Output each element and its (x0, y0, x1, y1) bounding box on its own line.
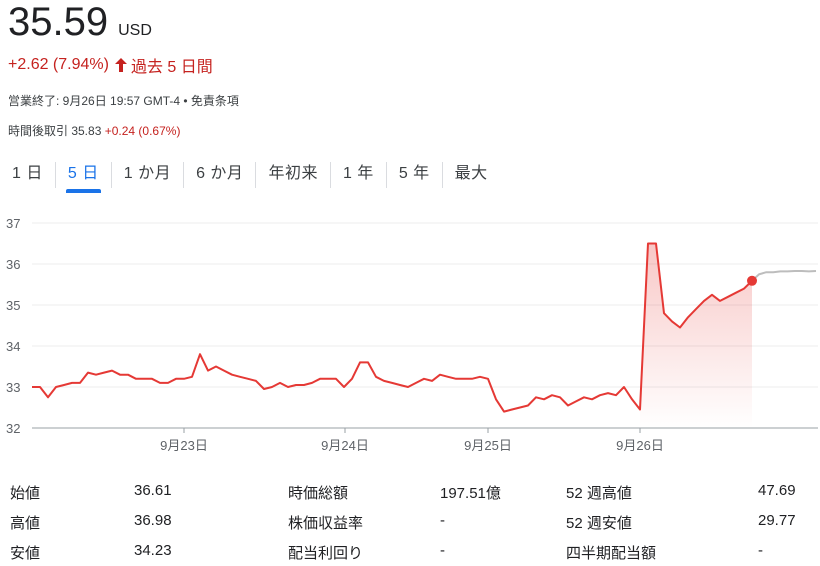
tab-1d[interactable]: 1 日 (0, 160, 55, 190)
tab-1y[interactable]: 1 年 (331, 160, 386, 190)
stat-value: 29.77 (758, 512, 796, 529)
close-status-text: 営業終了: 9月26日 19:57 GMT-4 • 免責条項 (8, 94, 239, 108)
stat-value: 36.61 (134, 482, 172, 499)
arrow-up-icon (114, 58, 127, 72)
after-hours-line (751, 270, 817, 282)
stat-label: 時価総額 (288, 485, 349, 502)
stats-row: 高値 36.98 株価収益率 - 52 週安値 29.77 (10, 512, 810, 532)
x-tick-label: 9月26日 (616, 438, 664, 453)
price-area-fill (640, 243, 752, 428)
after-hours-change: +0.24 (0.67%) (104, 124, 181, 138)
price-chart-svg[interactable]: 32 33 34 35 36 37 9月23日 9月24日 9月25日 9月26日 (0, 205, 820, 460)
tab-5d[interactable]: 5 日 (56, 160, 111, 193)
range-tabs: 1 日 5 日 1 か月 6 か月 年初来 1 年 5 年 最大 (0, 160, 500, 193)
x-tick-label: 9月25日 (464, 438, 512, 453)
tab-ytd[interactable]: 年初来 (256, 160, 330, 190)
stat-value: 36.98 (134, 512, 172, 529)
stat-value: - (440, 542, 445, 559)
current-price: 35.59 (8, 0, 109, 44)
y-tick-label: 37 (6, 216, 20, 231)
y-tick-label: 35 (6, 298, 20, 313)
stat-value: 197.51億 (440, 485, 501, 502)
y-tick-label: 36 (6, 257, 20, 272)
y-tick-label: 32 (6, 421, 20, 436)
stat-label: 52 週高値 (566, 485, 632, 502)
change-period: 過去 5 日間 (130, 59, 213, 76)
currency-label: USD (118, 22, 152, 39)
tab-5y[interactable]: 5 年 (387, 160, 442, 190)
current-price-marker (747, 275, 757, 286)
stat-label: 始値 (10, 485, 41, 502)
stats-row: 安値 34.23 配当利回り - 四半期配当額 - (10, 542, 810, 562)
price-change: +2.62 (7.94%) (8, 56, 109, 73)
stat-label: 株価収益率 (288, 515, 364, 532)
stat-value: - (440, 512, 445, 529)
x-tick-label: 9月23日 (160, 438, 208, 453)
y-tick-label: 34 (6, 339, 20, 354)
y-tick-label: 33 (6, 380, 20, 395)
tab-6m[interactable]: 6 か月 (184, 160, 255, 190)
stats-row: 始値 36.61 時価総額 197.51億 52 週高値 47.69 (10, 482, 810, 502)
close-status: 営業終了: 9月26日 19:57 GMT-4 • 免責条項 (8, 92, 239, 109)
stat-value: 47.69 (758, 482, 796, 499)
stat-value: 34.23 (134, 542, 172, 559)
stat-label: 高値 (10, 515, 41, 532)
price-header: 35.59 USD (8, 0, 152, 46)
stat-label: 安値 (10, 545, 41, 562)
price-chart[interactable]: 32 33 34 35 36 37 9月23日 9月24日 9月25日 9月26日 (0, 205, 820, 460)
stat-label: 四半期配当額 (566, 545, 657, 562)
stat-value: - (758, 542, 763, 559)
x-tick-label: 9月24日 (321, 438, 369, 453)
stat-label: 52 週安値 (566, 515, 632, 532)
after-hours-label: 時間後取引 35.83 (8, 124, 102, 138)
tab-max[interactable]: 最大 (443, 160, 500, 190)
price-change-row: +2.62 (7.94%) 過去 5 日間 (8, 53, 213, 77)
tab-1m[interactable]: 1 か月 (112, 160, 183, 190)
after-hours: 時間後取引 35.83 +0.24 (0.67%) (8, 122, 180, 139)
stat-label: 配当利回り (288, 545, 364, 562)
